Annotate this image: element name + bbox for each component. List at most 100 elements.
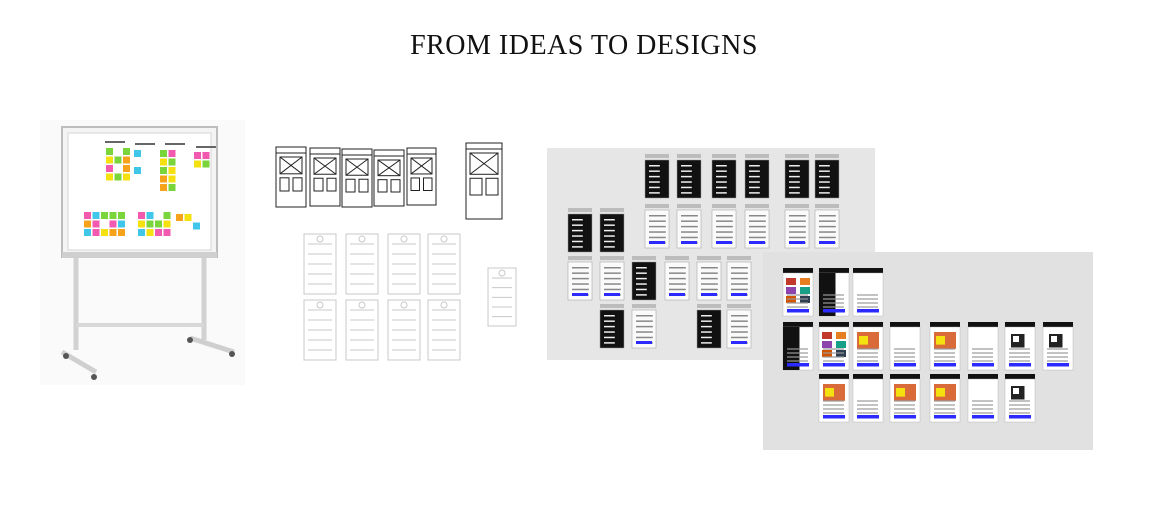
wire-line <box>649 170 660 172</box>
note-header <box>165 143 185 145</box>
wire-line <box>649 225 666 228</box>
sketch-block <box>423 177 433 192</box>
design-text-line <box>894 348 915 350</box>
sticky-note <box>101 212 108 219</box>
design-button <box>823 309 845 313</box>
screen-label <box>712 204 736 208</box>
design-text-line <box>787 298 808 300</box>
sticky-note <box>109 220 117 228</box>
wire-line <box>731 331 748 333</box>
wire-line <box>604 288 621 291</box>
design-header <box>1043 322 1073 327</box>
wire-line <box>731 336 748 339</box>
wire-line <box>819 215 836 217</box>
design-button <box>894 415 916 419</box>
design-image <box>896 388 905 397</box>
wire-line <box>604 315 615 317</box>
sticky-note <box>155 220 162 228</box>
wire-line <box>572 219 583 221</box>
design-text-line <box>823 356 844 358</box>
design-tile <box>836 341 846 348</box>
sketch-block <box>469 177 483 196</box>
design-button <box>894 363 916 367</box>
design-text-line <box>857 400 878 402</box>
design-header <box>819 322 849 327</box>
wire-line <box>604 325 615 328</box>
wire-line <box>604 320 615 322</box>
screen-label <box>600 304 624 308</box>
wire-line <box>604 331 615 333</box>
design-tile <box>786 287 796 294</box>
design-text-line <box>1009 412 1030 414</box>
design-text-line <box>972 400 993 402</box>
design-header <box>1005 322 1035 327</box>
design-text-line <box>1009 360 1030 362</box>
wire-button <box>572 293 588 296</box>
sticky-note <box>168 184 176 191</box>
wire-line <box>649 165 660 167</box>
wire-line <box>716 165 727 167</box>
wire-line <box>681 192 692 194</box>
wire-line <box>604 277 621 280</box>
wire-line <box>649 215 666 217</box>
design-button <box>787 309 809 313</box>
design-button <box>972 415 994 419</box>
sketch-block <box>279 177 290 192</box>
design-image <box>825 388 834 397</box>
screen-label <box>677 204 701 208</box>
wire-line <box>649 181 660 183</box>
wire-line <box>681 181 692 183</box>
wire-line <box>649 186 660 189</box>
design-image <box>859 336 868 345</box>
design-button <box>934 363 956 367</box>
wire-button <box>701 293 717 296</box>
sticky-note <box>160 167 167 174</box>
wire-line <box>572 272 589 274</box>
design-header <box>930 322 960 327</box>
wire-line <box>819 170 830 172</box>
design-text-line <box>894 408 915 410</box>
wire-line <box>749 186 760 189</box>
wire-line <box>681 215 698 217</box>
wire-line <box>649 175 660 178</box>
design-button <box>823 363 845 367</box>
faint-dot <box>498 269 506 277</box>
wire-line <box>716 215 733 217</box>
wire-line <box>731 325 748 328</box>
sticky-note <box>84 212 91 219</box>
sticky-note <box>194 152 201 159</box>
wire-line <box>604 235 615 237</box>
wire-line <box>749 236 766 239</box>
wire-line <box>604 267 621 269</box>
design-header <box>853 374 883 379</box>
design-header <box>930 374 960 379</box>
sticky-note <box>138 220 145 228</box>
sticky-note <box>123 156 130 164</box>
wire-line <box>789 236 806 239</box>
wire-line <box>789 181 800 183</box>
wire-line <box>701 277 718 280</box>
whiteboard-icon <box>40 120 245 385</box>
wire-button <box>604 293 620 296</box>
sticky-note <box>118 212 125 219</box>
screen-label <box>727 256 751 260</box>
design-tile <box>786 278 796 285</box>
wire-line <box>749 181 760 183</box>
wire-line <box>716 220 733 222</box>
wire-line <box>749 192 760 194</box>
design-button <box>857 309 879 313</box>
design-header <box>968 374 998 379</box>
design-tile <box>822 332 832 339</box>
sticky-note <box>84 229 91 236</box>
wire-line <box>731 315 748 317</box>
design-text-line <box>787 356 808 358</box>
sketch-block <box>390 179 401 193</box>
wire-line <box>681 175 692 178</box>
sketch-block <box>485 177 499 196</box>
sketch-block <box>292 177 303 192</box>
sticky-note <box>155 229 162 236</box>
design-text-line <box>857 302 878 304</box>
sticky-note <box>160 158 167 166</box>
sticky-note <box>123 173 130 181</box>
wire-line <box>669 267 686 269</box>
